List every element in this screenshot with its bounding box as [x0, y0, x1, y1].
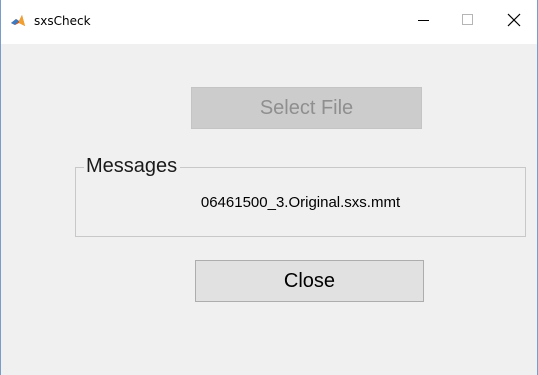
close-window-button[interactable] [491, 0, 537, 44]
title-bar[interactable]: sxsCheck [1, 0, 537, 44]
messages-panel-title: Messages [84, 154, 181, 178]
select-file-button[interactable]: Select File [191, 87, 422, 129]
minimize-icon [418, 13, 430, 31]
minimize-button[interactable] [401, 0, 447, 44]
matlab-icon [10, 13, 26, 29]
close-button[interactable]: Close [195, 260, 424, 302]
window-title: sxsCheck [34, 14, 91, 28]
maximize-button[interactable] [445, 0, 491, 44]
maximize-icon [462, 13, 474, 31]
window-content: Select File Messages 06461500_3.Original… [1, 44, 537, 375]
app-window: sxsCheck Select File Messages 06461500_3… [0, 0, 538, 375]
close-icon [507, 13, 521, 32]
message-text: 06461500_3.Original.sxs.mmt [200, 194, 401, 211]
